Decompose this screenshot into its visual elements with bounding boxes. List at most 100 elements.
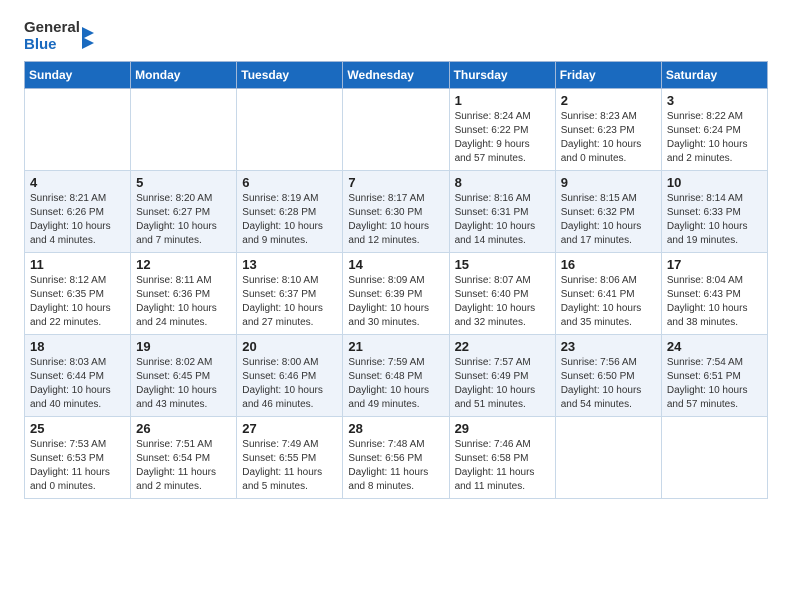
day-info: Sunrise: 8:09 AM Sunset: 6:39 PM Dayligh… [348,274,443,330]
calendar-cell: 19 Sunrise: 8:02 AM Sunset: 6:45 PM Dayli… [131,335,237,417]
calendar-cell: 16Sunrise: 8:06 AM Sunset: 6:41 PM Dayli… [555,253,661,335]
calendar-cell [661,417,767,499]
calendar-cell: 14 Sunrise: 8:09 AM Sunset: 6:39 PM Dayli… [343,253,449,335]
day-info: Sunrise: 8:15 AM Sunset: 6:32 PM Dayligh… [561,192,656,248]
day-info: Sunrise: 7:48 AM Sunset: 6:56 PM Dayligh… [348,438,443,494]
day-number: 6 [242,175,337,190]
calendar-cell [237,89,343,171]
day-info: Sunrise: 7:51 AM Sunset: 6:54 PM Dayligh… [136,438,231,494]
calendar-cell: 26 Sunrise: 7:51 AM Sunset: 6:54 PM Dayli… [131,417,237,499]
day-info: Sunrise: 8:10 AM Sunset: 6:37 PM Dayligh… [242,274,337,330]
day-info: Sunrise: 8:24 AM Sunset: 6:22 PM Dayligh… [455,110,550,166]
day-info: Sunrise: 8:16 AM Sunset: 6:31 PM Dayligh… [455,192,550,248]
day-number: 8 [455,175,550,190]
day-number: 1 [455,93,550,108]
logo-wordmark: General Blue [24,20,104,53]
day-number: 12 [136,257,231,272]
col-header-saturday: Saturday [661,62,767,89]
day-info: Sunrise: 7:46 AM Sunset: 6:58 PM Dayligh… [455,438,550,494]
calendar-cell: 5 Sunrise: 8:20 AM Sunset: 6:27 PM Daylig… [131,171,237,253]
calendar-week-row: 4 Sunrise: 8:21 AM Sunset: 6:26 PM Daylig… [25,171,768,253]
day-info: Sunrise: 8:04 AM Sunset: 6:43 PM Dayligh… [667,274,762,330]
day-number: 23 [561,339,656,354]
day-info: Sunrise: 8:06 AM Sunset: 6:41 PM Dayligh… [561,274,656,330]
day-number: 25 [30,421,125,436]
calendar-cell: 11 Sunrise: 8:12 AM Sunset: 6:35 PM Dayli… [25,253,131,335]
day-number: 9 [561,175,656,190]
col-header-friday: Friday [555,62,661,89]
day-number: 19 [136,339,231,354]
calendar-cell: 2 Sunrise: 8:23 AM Sunset: 6:23 PM Daylig… [555,89,661,171]
day-number: 5 [136,175,231,190]
calendar-cell: 22 Sunrise: 7:57 AM Sunset: 6:49 PM Dayli… [449,335,555,417]
day-info: Sunrise: 8:07 AM Sunset: 6:40 PM Dayligh… [455,274,550,330]
day-number: 22 [455,339,550,354]
calendar-table: SundayMondayTuesdayWednesdayThursdayFrid… [24,61,768,499]
day-number: 27 [242,421,337,436]
day-info: Sunrise: 8:21 AM Sunset: 6:26 PM Dayligh… [30,192,125,248]
day-number: 29 [455,421,550,436]
day-info: Sunrise: 8:17 AM Sunset: 6:30 PM Dayligh… [348,192,443,248]
calendar-cell: 4 Sunrise: 8:21 AM Sunset: 6:26 PM Daylig… [25,171,131,253]
calendar-cell: 27 Sunrise: 7:49 AM Sunset: 6:55 PM Dayli… [237,417,343,499]
day-number: 24 [667,339,762,354]
day-number: 28 [348,421,443,436]
calendar-cell: 15 Sunrise: 8:07 AM Sunset: 6:40 PM Dayli… [449,253,555,335]
calendar-cell: 8 Sunrise: 8:16 AM Sunset: 6:31 PM Daylig… [449,171,555,253]
day-info: Sunrise: 7:57 AM Sunset: 6:49 PM Dayligh… [455,356,550,412]
calendar-cell: 1 Sunrise: 8:24 AM Sunset: 6:22 PM Daylig… [449,89,555,171]
calendar-cell: 24 Sunrise: 7:54 AM Sunset: 6:51 PM Dayli… [661,335,767,417]
day-info: Sunrise: 8:00 AM Sunset: 6:46 PM Dayligh… [242,356,337,412]
calendar-header-row: SundayMondayTuesdayWednesdayThursdayFrid… [25,62,768,89]
calendar-week-row: 18 Sunrise: 8:03 AM Sunset: 6:44 PM Dayli… [25,335,768,417]
day-number: 21 [348,339,443,354]
calendar-cell: 20 Sunrise: 8:00 AM Sunset: 6:46 PM Dayli… [237,335,343,417]
day-number: 10 [667,175,762,190]
calendar-cell: 25 Sunrise: 7:53 AM Sunset: 6:53 PM Dayli… [25,417,131,499]
day-number: 14 [348,257,443,272]
calendar-cell: 23 Sunrise: 7:56 AM Sunset: 6:50 PM Dayli… [555,335,661,417]
day-info: Sunrise: 8:19 AM Sunset: 6:28 PM Dayligh… [242,192,337,248]
logo-blue: Blue [24,37,80,54]
day-info: Sunrise: 7:56 AM Sunset: 6:50 PM Dayligh… [561,356,656,412]
day-number: 26 [136,421,231,436]
calendar-cell: 3 Sunrise: 8:22 AM Sunset: 6:24 PM Daylig… [661,89,767,171]
calendar-cell: 21 Sunrise: 7:59 AM Sunset: 6:48 PM Dayli… [343,335,449,417]
day-info: Sunrise: 7:49 AM Sunset: 6:55 PM Dayligh… [242,438,337,494]
calendar-cell [555,417,661,499]
day-number: 20 [242,339,337,354]
calendar-cell: 18 Sunrise: 8:03 AM Sunset: 6:44 PM Dayli… [25,335,131,417]
day-info: Sunrise: 8:22 AM Sunset: 6:24 PM Dayligh… [667,110,762,166]
day-info: Sunrise: 7:54 AM Sunset: 6:51 PM Dayligh… [667,356,762,412]
page: General Blue SundayMondayTuesdayWednesda… [0,0,792,515]
day-number: 2 [561,93,656,108]
day-number: 17 [667,257,762,272]
day-number: 3 [667,93,762,108]
calendar-cell: 7 Sunrise: 8:17 AM Sunset: 6:30 PM Daylig… [343,171,449,253]
day-info: Sunrise: 7:53 AM Sunset: 6:53 PM Dayligh… [30,438,125,494]
logo-chevrons-icon [82,23,104,51]
calendar-week-row: 1 Sunrise: 8:24 AM Sunset: 6:22 PM Daylig… [25,89,768,171]
calendar-cell: 6 Sunrise: 8:19 AM Sunset: 6:28 PM Daylig… [237,171,343,253]
day-number: 4 [30,175,125,190]
calendar-cell: 13 Sunrise: 8:10 AM Sunset: 6:37 PM Dayli… [237,253,343,335]
day-info: Sunrise: 8:11 AM Sunset: 6:36 PM Dayligh… [136,274,231,330]
day-info: Sunrise: 8:20 AM Sunset: 6:27 PM Dayligh… [136,192,231,248]
day-info: Sunrise: 8:02 AM Sunset: 6:45 PM Dayligh… [136,356,231,412]
col-header-thursday: Thursday [449,62,555,89]
day-info: Sunrise: 8:03 AM Sunset: 6:44 PM Dayligh… [30,356,125,412]
calendar-cell [25,89,131,171]
day-info: Sunrise: 7:59 AM Sunset: 6:48 PM Dayligh… [348,356,443,412]
calendar-cell: 17 Sunrise: 8:04 AM Sunset: 6:43 PM Dayli… [661,253,767,335]
day-number: 13 [242,257,337,272]
day-info: Sunrise: 8:12 AM Sunset: 6:35 PM Dayligh… [30,274,125,330]
col-header-monday: Monday [131,62,237,89]
day-number: 18 [30,339,125,354]
day-info: Sunrise: 8:14 AM Sunset: 6:33 PM Dayligh… [667,192,762,248]
day-number: 15 [455,257,550,272]
calendar-week-row: 25 Sunrise: 7:53 AM Sunset: 6:53 PM Dayli… [25,417,768,499]
day-number: 7 [348,175,443,190]
day-info: Sunrise: 8:23 AM Sunset: 6:23 PM Dayligh… [561,110,656,166]
calendar-cell [131,89,237,171]
day-number: 11 [30,257,125,272]
